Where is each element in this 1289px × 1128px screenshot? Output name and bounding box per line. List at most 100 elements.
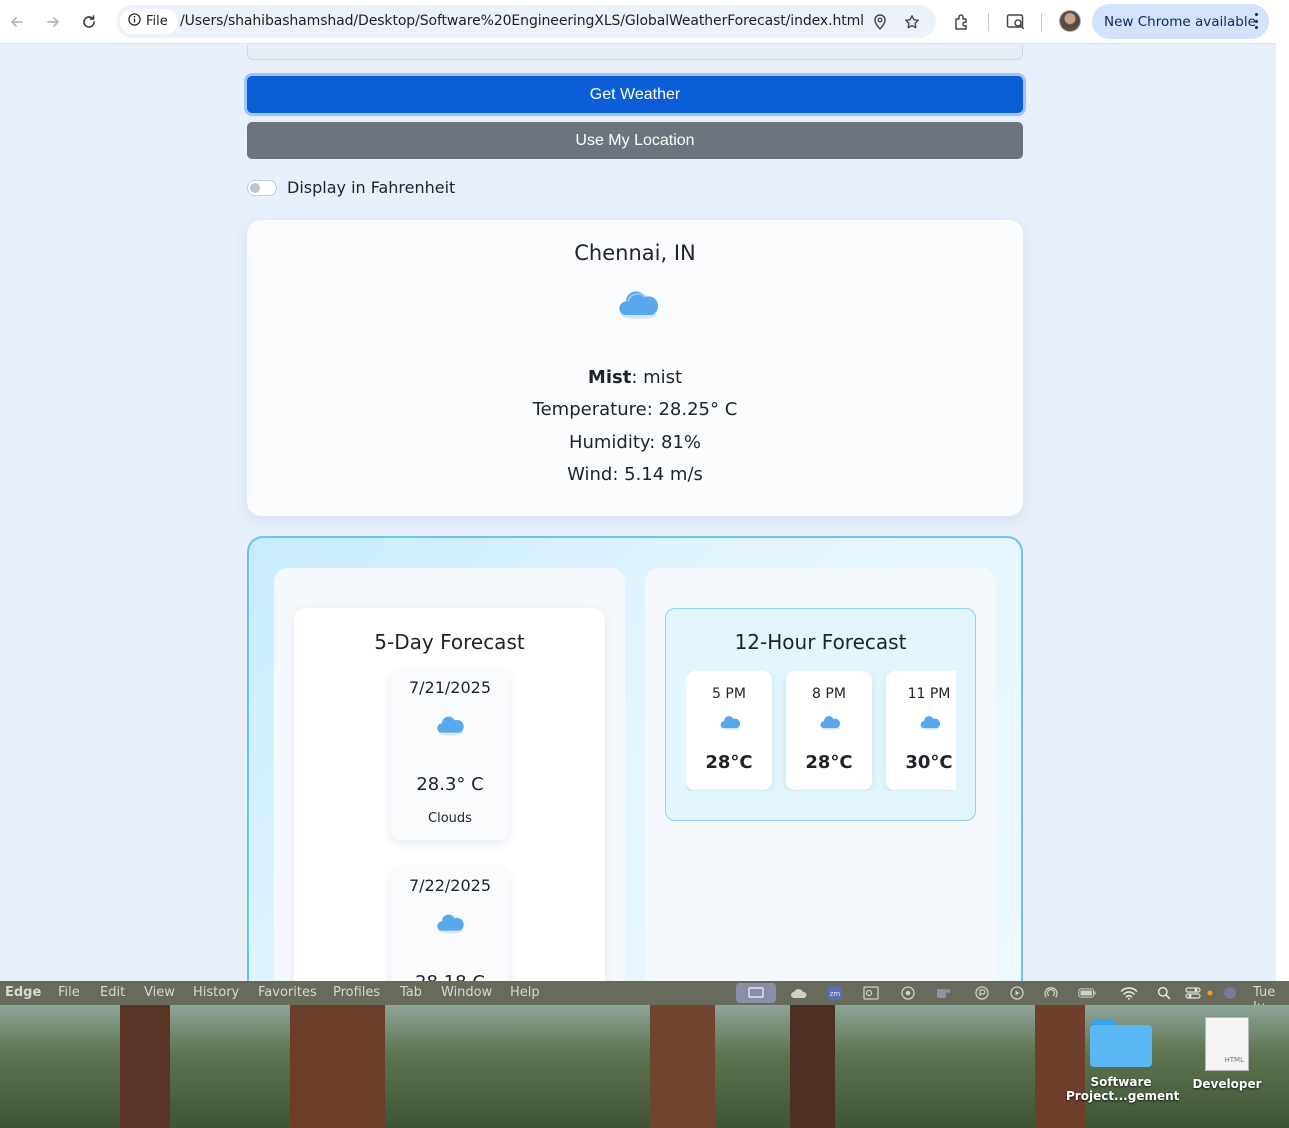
twelve-hour-forecast: 12-Hour Forecast 5 PM 28°C 8 PM 28°C 11 … xyxy=(665,608,976,821)
outlook-icon[interactable] xyxy=(862,985,880,1001)
location-pin-icon[interactable] xyxy=(870,12,890,32)
cloud-sync-icon[interactable] xyxy=(790,985,808,1001)
update-button-label: New Chrome available xyxy=(1104,13,1256,30)
cloud-icon xyxy=(435,910,465,939)
day-description: Clouds xyxy=(428,811,472,826)
hour-temperature: 28°C xyxy=(805,752,853,773)
current-weather-card: Chennai, IN Mist: mist Temperature: 28.2… xyxy=(247,220,1023,516)
day-date: 7/22/2025 xyxy=(408,876,492,895)
twelve-hour-panel: 12-Hour Forecast 5 PM 28°C 8 PM 28°C 11 … xyxy=(645,568,996,981)
svg-text:zm: zm xyxy=(830,990,841,998)
menu-history[interactable]: History xyxy=(193,985,239,1000)
back-icon[interactable] xyxy=(3,8,31,36)
teams-icon[interactable] xyxy=(934,985,952,1001)
hour-time: 11 PM xyxy=(907,686,951,702)
hour-card: 8 PM 28°C xyxy=(786,671,872,790)
menu-window[interactable]: Window xyxy=(441,985,492,1000)
hour-time: 8 PM xyxy=(812,686,846,702)
control-center-icon[interactable] xyxy=(1184,985,1202,1001)
site-info-chip[interactable]: File xyxy=(120,9,178,34)
play-icon[interactable] xyxy=(1008,985,1026,1001)
day-date: 7/21/2025 xyxy=(408,678,492,697)
menu-tab[interactable]: Tab xyxy=(400,985,422,1000)
page-viewport: Get Weather Use My Location Display in F… xyxy=(0,45,1276,981)
toolbar-divider xyxy=(988,13,989,31)
day-card: 7/21/2025 28.3° C Clouds xyxy=(391,670,509,840)
desktop-file-item[interactable]: HTML Developer xyxy=(1187,1017,1267,1091)
hour-temperature: 28°C xyxy=(705,752,753,773)
fahrenheit-toggle[interactable] xyxy=(247,179,277,196)
hourly-scroll-strip[interactable]: 5 PM 28°C 8 PM 28°C 11 PM 30°C xyxy=(686,671,956,791)
city-input[interactable] xyxy=(247,45,1023,60)
menu-help[interactable]: Help xyxy=(510,985,540,1000)
address-bar[interactable]: File /Users/shahibashamshad/Desktop/Soft… xyxy=(116,5,936,38)
cloud-icon xyxy=(435,712,465,741)
five-day-forecast: 5-Day Forecast 7/21/2025 28.3° C Clouds … xyxy=(294,608,605,981)
file-chip-label: File xyxy=(146,14,168,29)
five-day-panel: 5-Day Forecast 7/21/2025 28.3° C Clouds … xyxy=(274,568,625,981)
fahrenheit-toggle-label: Display in Fahrenheit xyxy=(287,178,456,197)
toolbar-divider xyxy=(1041,13,1042,31)
hour-temperature: 30°C xyxy=(905,752,953,773)
desktop-item-label: Software xyxy=(1090,1075,1152,1089)
menu-profiles[interactable]: Profiles xyxy=(333,985,380,1000)
condition-description: : mist xyxy=(631,367,683,388)
url-text[interactable]: /Users/shahibashamshad/Desktop/Software%… xyxy=(180,13,864,29)
app-status-icon[interactable] xyxy=(973,985,991,1001)
five-day-title: 5-Day Forecast xyxy=(374,630,525,654)
day-temperature: 28.18 C xyxy=(391,972,509,981)
new-chrome-available-button[interactable]: New Chrome available xyxy=(1092,4,1269,39)
profile-avatar[interactable] xyxy=(1059,10,1081,32)
folder-icon xyxy=(1090,1017,1152,1067)
battery-icon[interactable] xyxy=(1078,985,1096,1001)
desktop-item-label-2: Project...gement xyxy=(1066,1089,1180,1103)
humidity-text: Humidity: 81% xyxy=(568,432,702,453)
cloud-icon xyxy=(819,713,841,735)
screen-icon[interactable] xyxy=(747,985,765,1001)
forecast-container: 5-Day Forecast 7/21/2025 28.3° C Clouds … xyxy=(247,536,1023,981)
use-my-location-button[interactable]: Use My Location xyxy=(247,122,1023,159)
window-edge xyxy=(1276,0,1289,981)
temperature-text: Temperature: 28.25° C xyxy=(532,399,738,420)
extensions-icon[interactable] xyxy=(950,10,974,34)
condition-main: Mist xyxy=(587,367,632,388)
spotlight-search-icon[interactable] xyxy=(1155,985,1173,1001)
desktop-folder-item[interactable]: Software Project...gement xyxy=(1066,1017,1180,1103)
chrome-icon[interactable] xyxy=(899,985,917,1001)
zoom-icon[interactable]: zm xyxy=(826,985,844,1001)
desktop-item-label: Developer xyxy=(1192,1077,1262,1091)
airdrop-icon[interactable] xyxy=(1042,985,1060,1001)
cloud-icon xyxy=(616,285,660,325)
tab-search-icon[interactable] xyxy=(1004,10,1028,34)
info-icon xyxy=(128,13,141,30)
reload-icon[interactable] xyxy=(75,8,103,36)
fahrenheit-toggle-row: Display in Fahrenheit xyxy=(247,178,455,197)
menu-favorites[interactable]: Favorites xyxy=(258,985,317,1000)
macos-menu-bar: Edge File Edit View History Favorites Pr… xyxy=(0,981,1289,1015)
cloud-icon xyxy=(719,713,741,735)
menu-edit[interactable]: Edit xyxy=(100,985,125,1000)
browser-toolbar: File /Users/shahibashamshad/Desktop/Soft… xyxy=(0,0,1276,44)
more-menu-icon[interactable] xyxy=(1254,13,1258,29)
bookmark-star-icon[interactable] xyxy=(902,12,922,32)
get-weather-button[interactable]: Get Weather xyxy=(247,76,1023,113)
twelve-hour-title: 12-Hour Forecast xyxy=(734,630,907,654)
location-name: Chennai, IN xyxy=(574,241,696,265)
menubar-app-name[interactable]: Edge xyxy=(5,985,41,1000)
wind-text: Wind: 5.14 m/s xyxy=(567,464,703,485)
html-file-icon: HTML xyxy=(1205,1017,1249,1071)
menu-view[interactable]: View xyxy=(144,985,175,1000)
hour-card: 5 PM 28°C xyxy=(686,671,772,790)
hour-time: 5 PM xyxy=(712,686,746,702)
wifi-icon[interactable] xyxy=(1120,985,1138,1001)
hour-card: 11 PM 30°C xyxy=(886,671,956,790)
forward-icon[interactable] xyxy=(39,8,67,36)
day-card: 7/22/2025 28.18 C xyxy=(391,868,509,981)
menu-file[interactable]: File xyxy=(58,985,80,1000)
siri-icon[interactable] xyxy=(1221,985,1239,1001)
desktop-wallpaper: Software Project...gement HTML Developer xyxy=(0,1005,1289,1128)
day-temperature: 28.3° C xyxy=(416,774,484,795)
cloud-icon xyxy=(919,713,941,735)
mic-in-use-dot-icon xyxy=(1201,985,1219,1001)
file-type-badge: HTML xyxy=(1224,1056,1244,1064)
